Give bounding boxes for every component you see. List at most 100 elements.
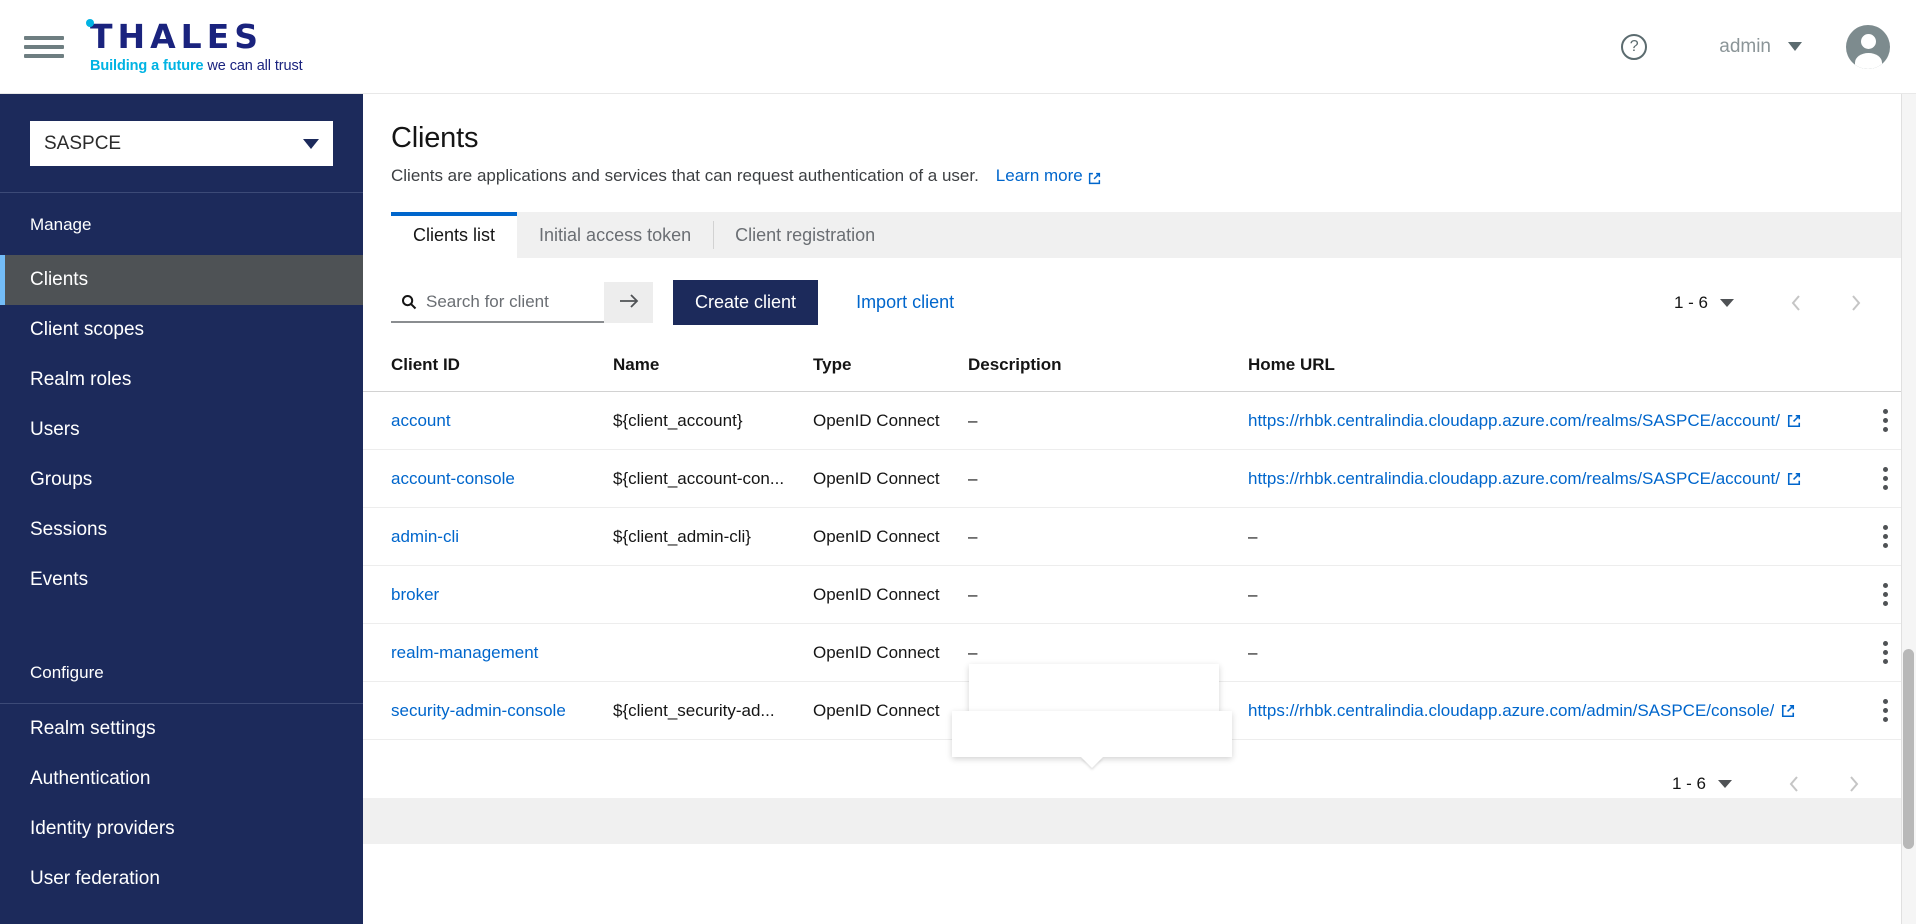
cell-home-url: – bbox=[1248, 566, 1854, 624]
kebab-dot bbox=[1883, 534, 1888, 539]
tab-client-registration[interactable]: Client registration bbox=[713, 212, 897, 258]
external-link-icon bbox=[1787, 472, 1801, 486]
arrow-right-icon bbox=[618, 292, 640, 313]
client-id-link[interactable]: account-console bbox=[391, 469, 515, 488]
sidebar-navigation: SASPCE Manage Clients Client scopes Real… bbox=[0, 94, 363, 924]
sidebar-item-label: Realm roles bbox=[30, 369, 131, 391]
cell-name: ${client_account-con... bbox=[613, 450, 813, 508]
user-avatar-icon[interactable] bbox=[1846, 25, 1890, 69]
main-content: Clients Clients are applications and ser… bbox=[363, 94, 1916, 924]
top-pagination: 1 - 6 bbox=[1674, 289, 1888, 317]
sidebar-item-clients[interactable]: Clients bbox=[0, 255, 363, 305]
cell-description: – bbox=[968, 450, 1248, 508]
kebab-dot bbox=[1883, 699, 1888, 704]
sidebar-item-label: Sessions bbox=[30, 519, 107, 541]
learn-more-link[interactable]: Learn more bbox=[996, 166, 1101, 186]
import-client-button[interactable]: Import client bbox=[856, 292, 954, 313]
realm-selector[interactable]: SASPCE bbox=[30, 121, 333, 166]
clients-toolbar: Create client Import client 1 - 6 bbox=[363, 258, 1916, 345]
user-name-label[interactable]: admin bbox=[1719, 36, 1771, 58]
cell-name: ${client_security-ad... bbox=[613, 682, 813, 740]
chevron-down-icon[interactable] bbox=[1720, 299, 1734, 307]
sidebar-group-configure-title: Configure bbox=[0, 641, 363, 703]
client-id-link[interactable]: realm-management bbox=[391, 643, 538, 662]
chevron-right-icon[interactable] bbox=[1842, 289, 1870, 317]
cell-description: – bbox=[968, 392, 1248, 450]
sidebar-item-authentication[interactable]: Authentication bbox=[0, 754, 363, 804]
cell-client-id: admin-cli bbox=[363, 508, 613, 566]
sidebar-item-realm-roles[interactable]: Realm roles bbox=[0, 355, 363, 405]
cell-type: OpenID Connect bbox=[813, 566, 968, 624]
client-id-link[interactable]: admin-cli bbox=[391, 527, 459, 546]
chevron-right-icon[interactable] bbox=[1840, 770, 1868, 798]
chevron-down-icon[interactable] bbox=[1718, 780, 1732, 788]
sidebar-spacer bbox=[0, 605, 363, 641]
page-scrollbar-thumb[interactable] bbox=[1903, 649, 1914, 849]
kebab-dot bbox=[1883, 427, 1888, 432]
tooltip-popover-lower bbox=[952, 711, 1232, 757]
cell-type: OpenID Connect bbox=[813, 624, 968, 682]
kebab-dot bbox=[1883, 641, 1888, 646]
tab-clients-list[interactable]: Clients list bbox=[391, 212, 517, 258]
sidebar-item-label: Clients bbox=[30, 269, 88, 291]
client-id-link[interactable]: security-admin-console bbox=[391, 701, 566, 720]
page-scrollbar-track[interactable] bbox=[1901, 94, 1916, 924]
brand-logo[interactable]: THALES Building a future we can all trus… bbox=[90, 20, 303, 74]
kebab-dot bbox=[1883, 650, 1888, 655]
clients-list-panel: Create client Import client 1 - 6 bbox=[363, 258, 1916, 924]
tab-label: Clients list bbox=[413, 225, 495, 246]
kebab-dot bbox=[1883, 467, 1888, 472]
table-row: account${client_account}OpenID Connect–h… bbox=[363, 392, 1916, 450]
column-header-type: Type bbox=[813, 345, 968, 392]
home-url-text: https://rhbk.centralindia.cloudapp.azure… bbox=[1248, 411, 1780, 431]
body-wrapper: SASPCE Manage Clients Client scopes Real… bbox=[0, 94, 1916, 924]
hamburger-bar bbox=[24, 54, 64, 58]
chevron-left-icon[interactable] bbox=[1782, 289, 1810, 317]
cell-home-url: – bbox=[1248, 508, 1854, 566]
tab-label: Initial access token bbox=[539, 225, 691, 246]
kebab-dot bbox=[1883, 583, 1888, 588]
hamburger-icon[interactable] bbox=[24, 27, 64, 67]
chevron-down-icon[interactable] bbox=[1788, 42, 1802, 51]
kebab-dot bbox=[1883, 659, 1888, 664]
sidebar-item-users[interactable]: Users bbox=[0, 405, 363, 455]
keycloak-admin-console: THALES Building a future we can all trus… bbox=[0, 0, 1916, 924]
cell-type: OpenID Connect bbox=[813, 508, 968, 566]
sidebar-item-client-scopes[interactable]: Client scopes bbox=[0, 305, 363, 355]
client-id-link[interactable]: broker bbox=[391, 585, 439, 604]
home-url-link[interactable]: https://rhbk.centralindia.cloudapp.azure… bbox=[1248, 411, 1801, 431]
cell-description: – bbox=[968, 508, 1248, 566]
cell-client-id: security-admin-console bbox=[363, 682, 613, 740]
search-submit-button[interactable] bbox=[604, 282, 653, 323]
kebab-dot bbox=[1883, 592, 1888, 597]
kebab-dot bbox=[1883, 409, 1888, 414]
sidebar-item-user-federation[interactable]: User federation bbox=[0, 854, 363, 904]
create-client-button[interactable]: Create client bbox=[673, 280, 818, 325]
search-input[interactable] bbox=[426, 292, 596, 312]
sidebar-item-sessions[interactable]: Sessions bbox=[0, 505, 363, 555]
sidebar-item-events[interactable]: Events bbox=[0, 555, 363, 605]
sidebar-item-realm-settings[interactable]: Realm settings bbox=[0, 704, 363, 754]
sidebar-item-identity-providers[interactable]: Identity providers bbox=[0, 804, 363, 854]
column-header-client-id: Client ID bbox=[363, 345, 613, 392]
tab-label: Client registration bbox=[735, 225, 875, 246]
column-header-name: Name bbox=[613, 345, 813, 392]
sidebar-item-label: Realm settings bbox=[30, 718, 156, 740]
search-icon bbox=[401, 294, 417, 310]
chevron-down-icon bbox=[303, 139, 319, 149]
home-url-link[interactable]: https://rhbk.centralindia.cloudapp.azure… bbox=[1248, 469, 1801, 489]
table-row: brokerOpenID Connect–– bbox=[363, 566, 1916, 624]
chevron-left-icon[interactable] bbox=[1780, 770, 1808, 798]
sidebar-item-groups[interactable]: Groups bbox=[0, 455, 363, 505]
home-url-link[interactable]: https://rhbk.centralindia.cloudapp.azure… bbox=[1248, 701, 1795, 721]
brand-tagline-bold: Building a future bbox=[90, 58, 204, 74]
cell-client-id: broker bbox=[363, 566, 613, 624]
question-circle-icon[interactable]: ? bbox=[1621, 34, 1647, 60]
table-header-row: Client ID Name Type Description Home URL bbox=[363, 345, 1916, 392]
page-description-text: Clients are applications and services th… bbox=[391, 166, 979, 186]
masthead-toolbar: ? admin bbox=[1621, 25, 1916, 69]
tab-initial-access-token[interactable]: Initial access token bbox=[517, 212, 713, 258]
client-id-link[interactable]: account bbox=[391, 411, 451, 430]
masthead: THALES Building a future we can all trus… bbox=[0, 0, 1916, 94]
kebab-dot bbox=[1883, 476, 1888, 481]
